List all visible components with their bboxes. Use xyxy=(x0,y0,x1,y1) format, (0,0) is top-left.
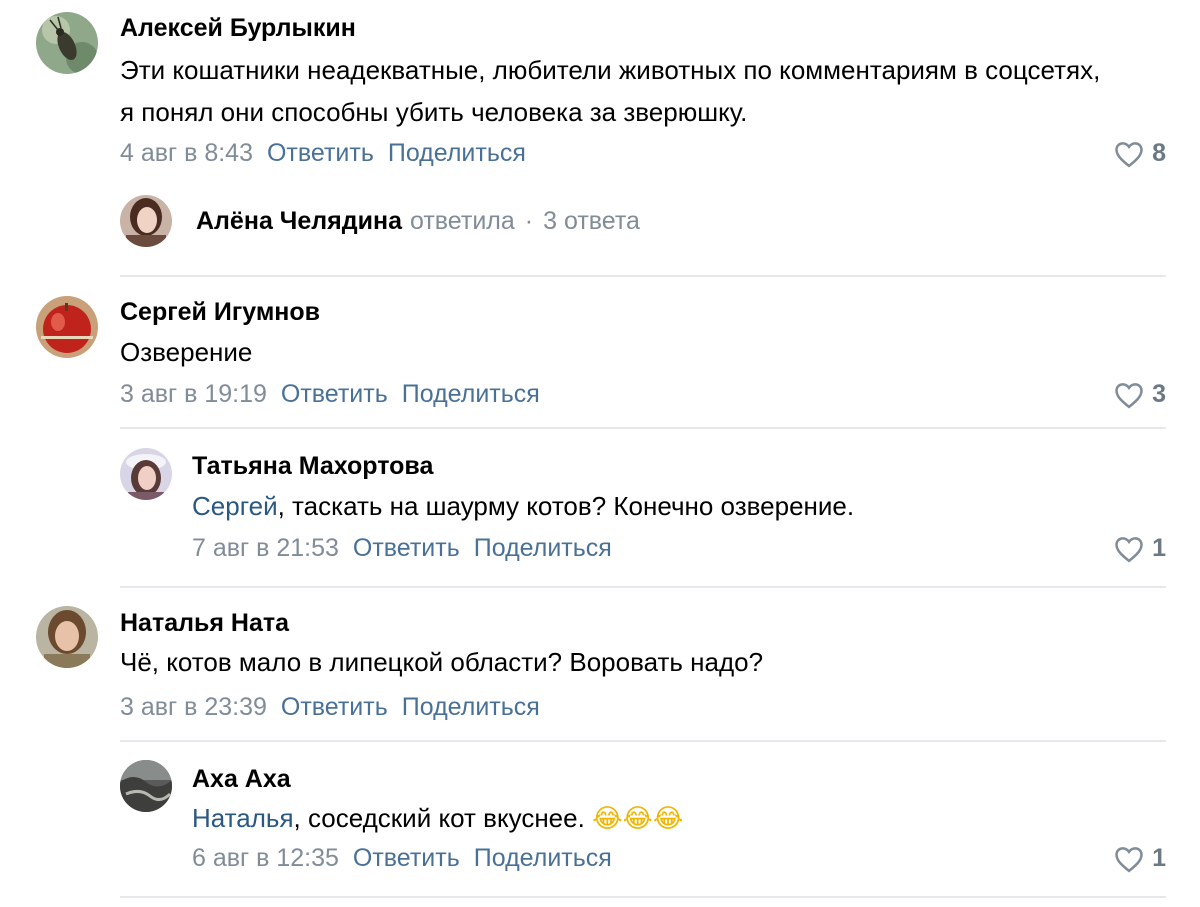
thread-separator: · xyxy=(524,207,534,235)
comment-text: Озверение xyxy=(120,337,253,367)
laughing-emoji-group: 😂😂😂 xyxy=(592,804,684,834)
reply-button[interactable]: Ответить xyxy=(267,139,374,167)
reply-mention-link[interactable]: Наталья xyxy=(192,803,294,833)
comment-date[interactable]: 3 авг в 19:19 xyxy=(120,380,267,408)
like-button[interactable]: 8 xyxy=(1114,139,1166,168)
share-button[interactable]: Поделиться xyxy=(402,693,540,721)
reply-text: Наталья, соседский кот вкуснее. 😂😂😂 xyxy=(192,797,1152,840)
heart-icon xyxy=(1115,382,1143,408)
avatar[interactable] xyxy=(36,12,98,74)
comment-author[interactable]: Алексей Бурлыкин xyxy=(120,14,356,43)
share-button[interactable]: Поделиться xyxy=(388,139,526,167)
share-button[interactable]: Поделиться xyxy=(474,844,612,872)
comment-meta: 3 авг в 23:39 Ответить Поделиться xyxy=(120,693,540,722)
woman-hat-avatar-icon xyxy=(120,448,172,500)
comment-date[interactable]: 4 авг в 8:43 xyxy=(120,139,253,167)
woman-avatar-icon xyxy=(120,195,172,247)
like-count: 1 xyxy=(1152,844,1166,872)
reply-divider xyxy=(120,427,1166,429)
landscape-avatar-icon xyxy=(120,760,172,812)
comment-date[interactable]: 3 авг в 23:39 xyxy=(120,693,267,721)
like-button[interactable]: 1 xyxy=(1114,534,1166,563)
reply-body: , соседский кот вкуснее. xyxy=(293,803,585,833)
like-count: 3 xyxy=(1152,380,1166,408)
apple-avatar-icon xyxy=(36,296,98,358)
reply-meta: 7 авг в 21:53 Ответить Поделиться xyxy=(192,534,612,563)
woman-avatar-icon xyxy=(36,606,98,668)
comment-meta: 3 авг в 19:19 Ответить Поделиться xyxy=(120,380,540,409)
share-button[interactable]: Поделиться xyxy=(402,380,540,408)
reply-button[interactable]: Ответить xyxy=(281,380,388,408)
reply-author[interactable]: Аха Аха xyxy=(192,765,291,794)
reply-mention-link[interactable]: Сергей xyxy=(192,491,278,521)
comment-author[interactable]: Наталья Ната xyxy=(120,609,289,638)
reply-button[interactable]: Ответить xyxy=(281,693,388,721)
comment-text: Чё, котов мало в липецкой области? Воров… xyxy=(120,647,764,677)
comment-divider xyxy=(120,896,1166,898)
reply-text: Сергей, таскать на шаурму котов? Конечно… xyxy=(192,485,1152,527)
reply-button[interactable]: Ответить xyxy=(353,534,460,562)
thread-reply-count[interactable]: 3 ответа xyxy=(543,207,640,235)
comment-meta: 4 авг в 8:43 Ответить Поделиться xyxy=(120,139,526,168)
beetle-avatar-icon xyxy=(36,12,98,74)
reply-divider xyxy=(120,740,1166,742)
share-button[interactable]: Поделиться xyxy=(474,534,612,562)
reply-author[interactable]: Татьяна Махортова xyxy=(192,452,433,481)
comment-divider xyxy=(120,586,1166,588)
reply-button[interactable]: Ответить xyxy=(353,844,460,872)
heart-icon xyxy=(1115,141,1143,167)
avatar[interactable] xyxy=(120,760,172,812)
comment-text: Эти кошатники неадекватные, любители жив… xyxy=(120,55,1101,127)
heart-icon xyxy=(1115,536,1143,562)
like-button[interactable]: 3 xyxy=(1114,380,1166,409)
thread-summary[interactable]: Алёна Челядина ответила · 3 ответа xyxy=(196,207,640,236)
avatar[interactable] xyxy=(120,448,172,500)
like-count: 8 xyxy=(1152,139,1166,167)
like-count: 1 xyxy=(1152,534,1166,562)
reply-date[interactable]: 6 авг в 12:35 xyxy=(192,844,339,872)
thread-reply-verb: ответила xyxy=(409,207,515,235)
avatar[interactable] xyxy=(120,195,172,247)
comment-divider xyxy=(120,275,1166,277)
reply-body: , таскать на шаурму котов? Конечно озвер… xyxy=(277,491,855,521)
reply-meta: 6 авг в 12:35 Ответить Поделиться xyxy=(192,844,612,873)
thread-reply-author[interactable]: Алёна Челядина xyxy=(196,207,402,235)
comment-author[interactable]: Сергей Игумнов xyxy=(120,298,320,327)
heart-icon xyxy=(1115,846,1143,872)
like-button[interactable]: 1 xyxy=(1114,844,1166,873)
avatar[interactable] xyxy=(36,296,98,358)
reply-date[interactable]: 7 авг в 21:53 xyxy=(192,534,339,562)
avatar[interactable] xyxy=(36,606,98,668)
